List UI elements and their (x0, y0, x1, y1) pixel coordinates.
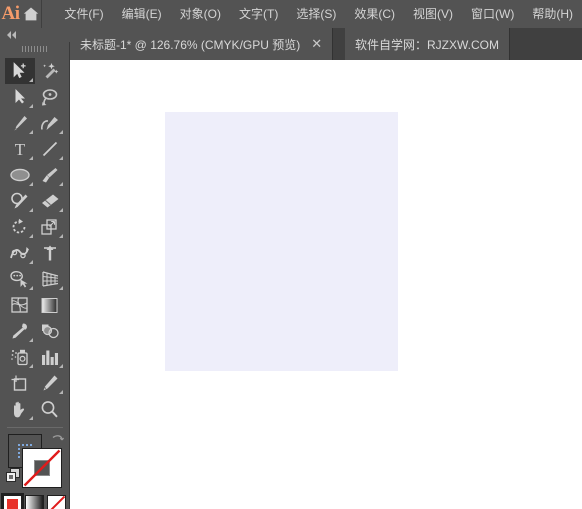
eyedropper-tool[interactable] (5, 318, 35, 344)
svg-text:T: T (14, 140, 25, 158)
watermark-tab[interactable]: 软件自学网：RJZXW.COM (345, 28, 510, 60)
tool-flyout-indicator (28, 364, 33, 368)
column-graph-tool[interactable] (35, 344, 65, 370)
color-mode-buttons (0, 493, 69, 509)
tool-flyout-indicator (28, 208, 33, 212)
menu-edit[interactable]: 编辑(E) (113, 0, 171, 28)
tool-flyout-indicator (58, 234, 63, 238)
swap-fill-stroke-icon[interactable] (50, 434, 65, 448)
tool-flyout-indicator (58, 364, 63, 368)
tool-flyout-indicator (58, 390, 63, 394)
symbol-sprayer-tool[interactable] (5, 344, 35, 370)
hand-tool[interactable] (5, 396, 35, 422)
color-mode-color[interactable] (1, 493, 24, 509)
default-fill-stroke-icon[interactable] (6, 468, 21, 483)
pen-tool[interactable] (5, 110, 35, 136)
grip-dots-icon (22, 46, 48, 52)
app-logo-icon: Ai (1, 3, 20, 24)
color-swatch (7, 499, 18, 509)
document-tab[interactable]: 未标题-1* @ 126.76% (CMYK/GPU 预览) ✕ (70, 28, 334, 60)
tool-flyout-indicator (28, 182, 33, 186)
zoom-tool[interactable] (35, 396, 65, 422)
menu-select[interactable]: 选择(S) (287, 0, 345, 28)
shaper-pencil-tool[interactable] (5, 188, 35, 214)
illustrator-window: Ai 文件(F) 编辑(E) 对象(O) 文字(T) 选择(S) 效果(C) 视… (0, 0, 582, 509)
document-tab-label: 未标题-1* @ 126.76% (CMYK/GPU 预览) (80, 37, 301, 52)
gradient-tool[interactable] (35, 292, 65, 318)
slice-tool[interactable] (35, 370, 65, 396)
color-mode-gradient[interactable] (25, 495, 44, 509)
tool-grid: T (0, 56, 69, 422)
blend-tool[interactable] (35, 318, 65, 344)
shape-builder-tool[interactable] (5, 266, 35, 292)
canvas-area[interactable] (70, 60, 582, 509)
free-transform-tool[interactable] (35, 240, 65, 266)
tool-flyout-indicator (28, 104, 33, 108)
color-mode-none[interactable] (47, 495, 66, 509)
line-segment-tool[interactable] (35, 136, 65, 162)
tool-flyout-indicator (28, 286, 33, 290)
tool-flyout-indicator (28, 234, 33, 238)
curvature-tool[interactable] (35, 110, 65, 136)
perspective-grid-tool[interactable] (35, 266, 65, 292)
type-tool[interactable]: T (5, 136, 35, 162)
tool-flyout-indicator (58, 182, 63, 186)
width-warp-tool[interactable] (5, 240, 35, 266)
tool-flyout-indicator (58, 208, 63, 212)
menu-effect[interactable]: 效果(C) (345, 0, 404, 28)
direct-selection-tool[interactable] (5, 84, 35, 110)
menu-help[interactable]: 帮助(H) (523, 0, 582, 28)
tool-flyout-indicator (28, 338, 33, 342)
tool-flyout-indicator (28, 260, 33, 264)
panel-drag-handle[interactable] (0, 42, 70, 56)
menu-object[interactable]: 对象(O) (171, 0, 230, 28)
watermark-tab-label: 软件自学网：RJZXW.COM (355, 37, 499, 52)
fill-swatch[interactable] (22, 448, 62, 488)
menu-window[interactable]: 窗口(W) (462, 0, 523, 28)
eraser-tool[interactable] (35, 188, 65, 214)
scale-tool[interactable] (35, 214, 65, 240)
tool-flyout-indicator (58, 130, 63, 134)
tool-flyout-indicator (58, 286, 63, 290)
tool-flyout-indicator (28, 78, 33, 82)
lasso-tool[interactable] (35, 84, 65, 110)
tool-panel-divider (6, 427, 63, 428)
magic-wand-tool[interactable] (35, 58, 65, 84)
tools-panel: T (0, 28, 70, 509)
fill-stroke-controls (0, 432, 70, 490)
none-swatch (48, 496, 65, 509)
mesh-tool[interactable] (5, 292, 35, 318)
menu-file[interactable]: 文件(F) (55, 0, 112, 28)
artboard-tool[interactable] (5, 370, 35, 396)
home-icon[interactable] (21, 0, 41, 28)
tool-flyout-indicator (28, 156, 33, 160)
close-icon[interactable]: ✕ (311, 38, 322, 51)
menu-type[interactable]: 文字(T) (230, 0, 287, 28)
menu-bar: Ai 文件(F) 编辑(E) 对象(O) 文字(T) 选择(S) 效果(C) 视… (0, 0, 582, 28)
fill-none-slash-icon (23, 449, 63, 489)
menu-view[interactable]: 视图(V) (404, 0, 462, 28)
menu-item-list: 文件(F) 编辑(E) 对象(O) 文字(T) 选择(S) 效果(C) 视图(V… (41, 0, 582, 28)
paintbrush-tool[interactable] (35, 162, 65, 188)
panel-collapse-button[interactable] (0, 28, 70, 42)
tool-flyout-indicator (28, 416, 33, 420)
document-tab-bar: 未标题-1* @ 126.76% (CMYK/GPU 预览) ✕ 软件自学网：R… (0, 28, 582, 60)
artboard-1[interactable] (165, 112, 398, 371)
tool-flyout-indicator (28, 130, 33, 134)
tool-flyout-indicator (58, 156, 63, 160)
ellipse-tool[interactable] (5, 162, 35, 188)
gradient-swatch (26, 496, 43, 509)
rotate-tool[interactable] (5, 214, 35, 240)
selection-tool[interactable] (4, 58, 35, 84)
